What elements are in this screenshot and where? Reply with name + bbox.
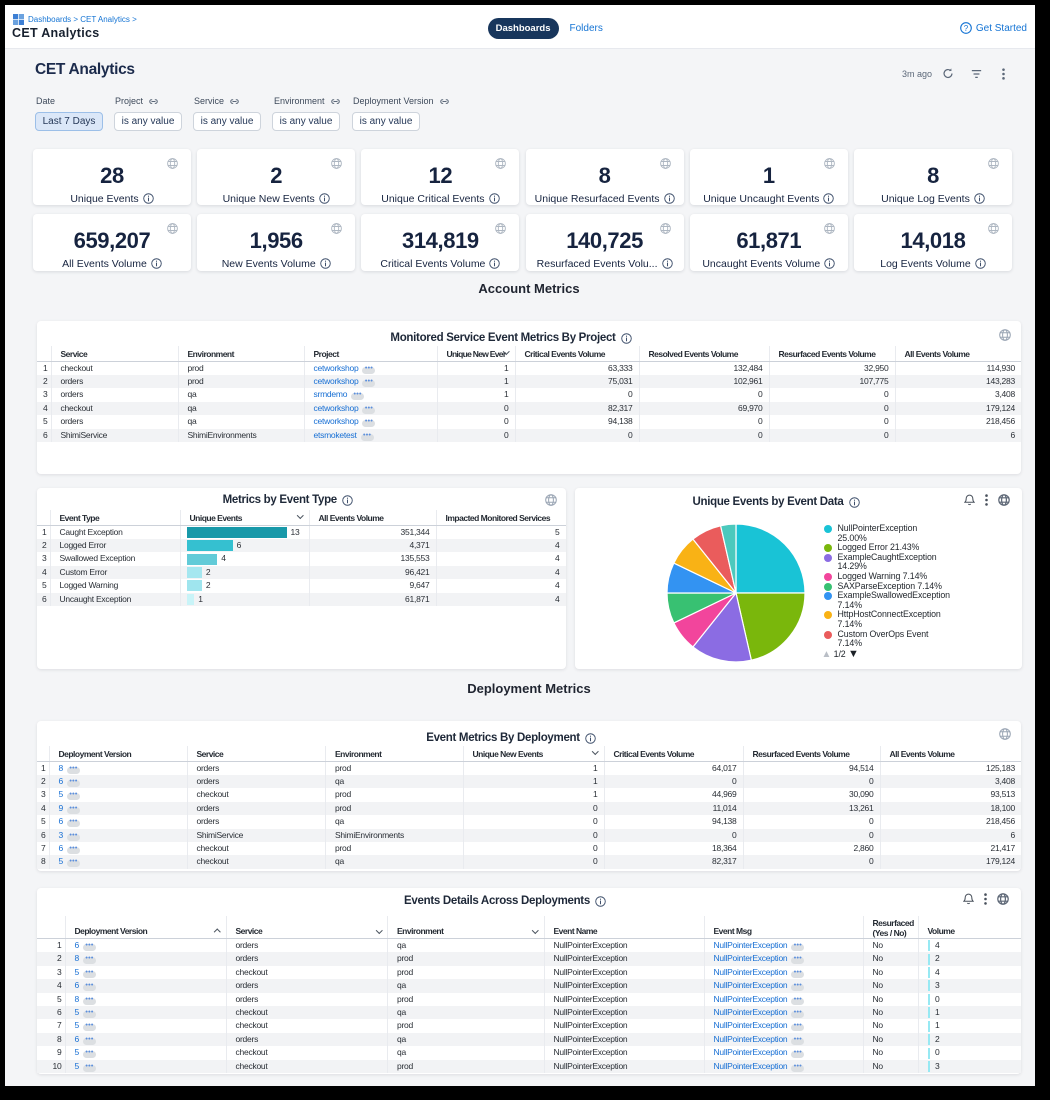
svg-text:?: ? xyxy=(964,24,969,33)
